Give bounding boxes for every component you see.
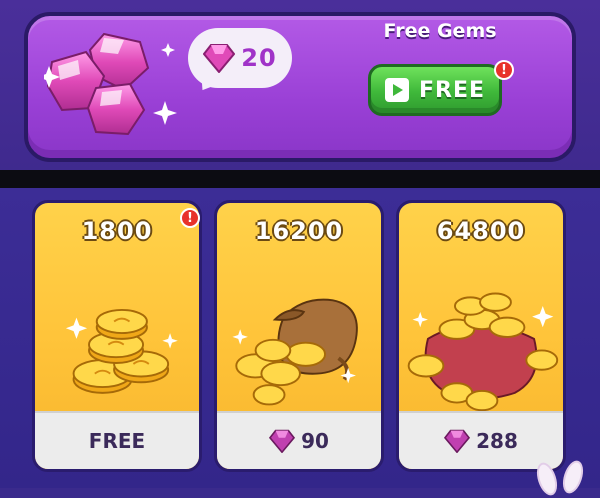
play-icon [384, 78, 409, 102]
coin-offer-card-2[interactable]: 16200 90 [214, 200, 384, 472]
price-footer: 288 [399, 411, 563, 469]
free-gems-title: Free Gems [383, 20, 497, 42]
gem-pile-icon [44, 32, 177, 136]
coin-stack-icon [65, 308, 178, 394]
price-label: 288 [476, 429, 518, 453]
coin-amount: 1800 [81, 217, 153, 245]
coin-amount: 16200 [254, 217, 344, 245]
free-button-label: FREE [418, 77, 486, 103]
gem-count: 20 [241, 44, 277, 72]
price-footer: 90 [217, 411, 381, 469]
offer-alert-badge: ! [180, 208, 200, 228]
coin-amount: 64800 [436, 217, 526, 245]
free-gems-alert-badge: ! [494, 60, 514, 80]
price-label: 90 [301, 429, 329, 453]
section-divider [0, 170, 600, 188]
price-footer: FREE [35, 411, 199, 469]
coin-offer-card-1[interactable]: 1800 FREE [32, 200, 202, 472]
gem-icon [444, 429, 471, 453]
coin-offer-card-3[interactable]: 64800 288 [396, 200, 566, 472]
free-gems-button[interactable]: FREE [368, 64, 502, 116]
coin-sack-icon [232, 298, 358, 406]
coin-bag-icon [407, 292, 559, 412]
gem-count-bubble: 20 [188, 28, 292, 88]
gem-icon [269, 429, 296, 453]
price-label: FREE [88, 429, 146, 453]
gem-icon [203, 44, 236, 73]
